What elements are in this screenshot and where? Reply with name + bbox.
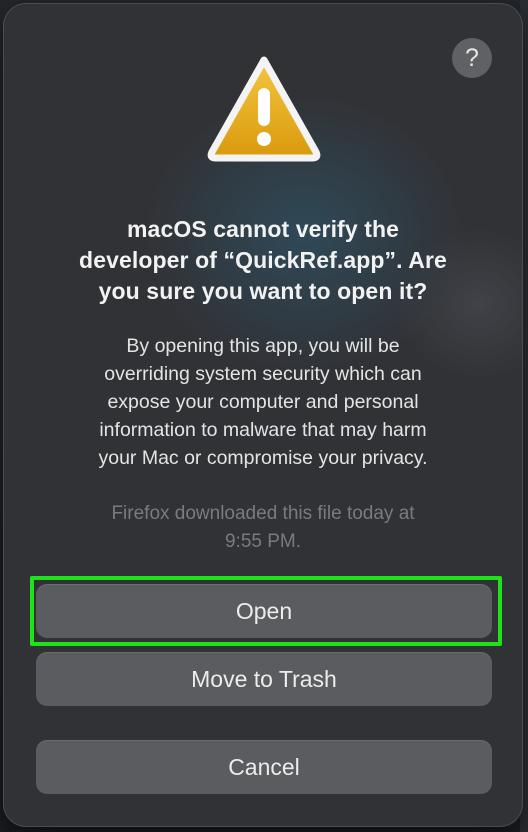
title-line: developer of “QuickRef.app”. Are <box>79 247 447 273</box>
warning-triangle-icon <box>207 56 321 162</box>
help-icon: ? <box>465 44 479 72</box>
cancel-button[interactable]: Cancel <box>36 740 492 794</box>
note-line: Firefox downloaded this file today at <box>111 503 415 524</box>
move-to-trash-button[interactable]: Move to Trash <box>36 652 492 706</box>
note-line: 9:55 PM. <box>224 531 302 552</box>
message-line: your Mac or compromise your privacy. <box>98 447 428 469</box>
security-alert-dialog: ? macOS cannot verify the developer of “… <box>4 4 522 826</box>
message-line: By opening this app, you will be <box>126 335 400 357</box>
title-line: you sure you want to open it? <box>98 278 428 304</box>
title-line: macOS cannot verify the <box>127 216 399 242</box>
dialog-title: macOS cannot verify the developer of “Qu… <box>24 214 502 307</box>
download-source-note: Firefox downloaded this file today at 9:… <box>44 500 482 556</box>
message-line: expose your computer and personal <box>107 391 419 413</box>
open-button[interactable]: Open <box>36 584 492 638</box>
help-button[interactable]: ? <box>452 38 492 78</box>
message-line: overriding system security which can <box>104 363 422 385</box>
message-line: information to malware that may harm <box>99 419 427 441</box>
dialog-message: By opening this app, you will be overrid… <box>40 332 486 472</box>
